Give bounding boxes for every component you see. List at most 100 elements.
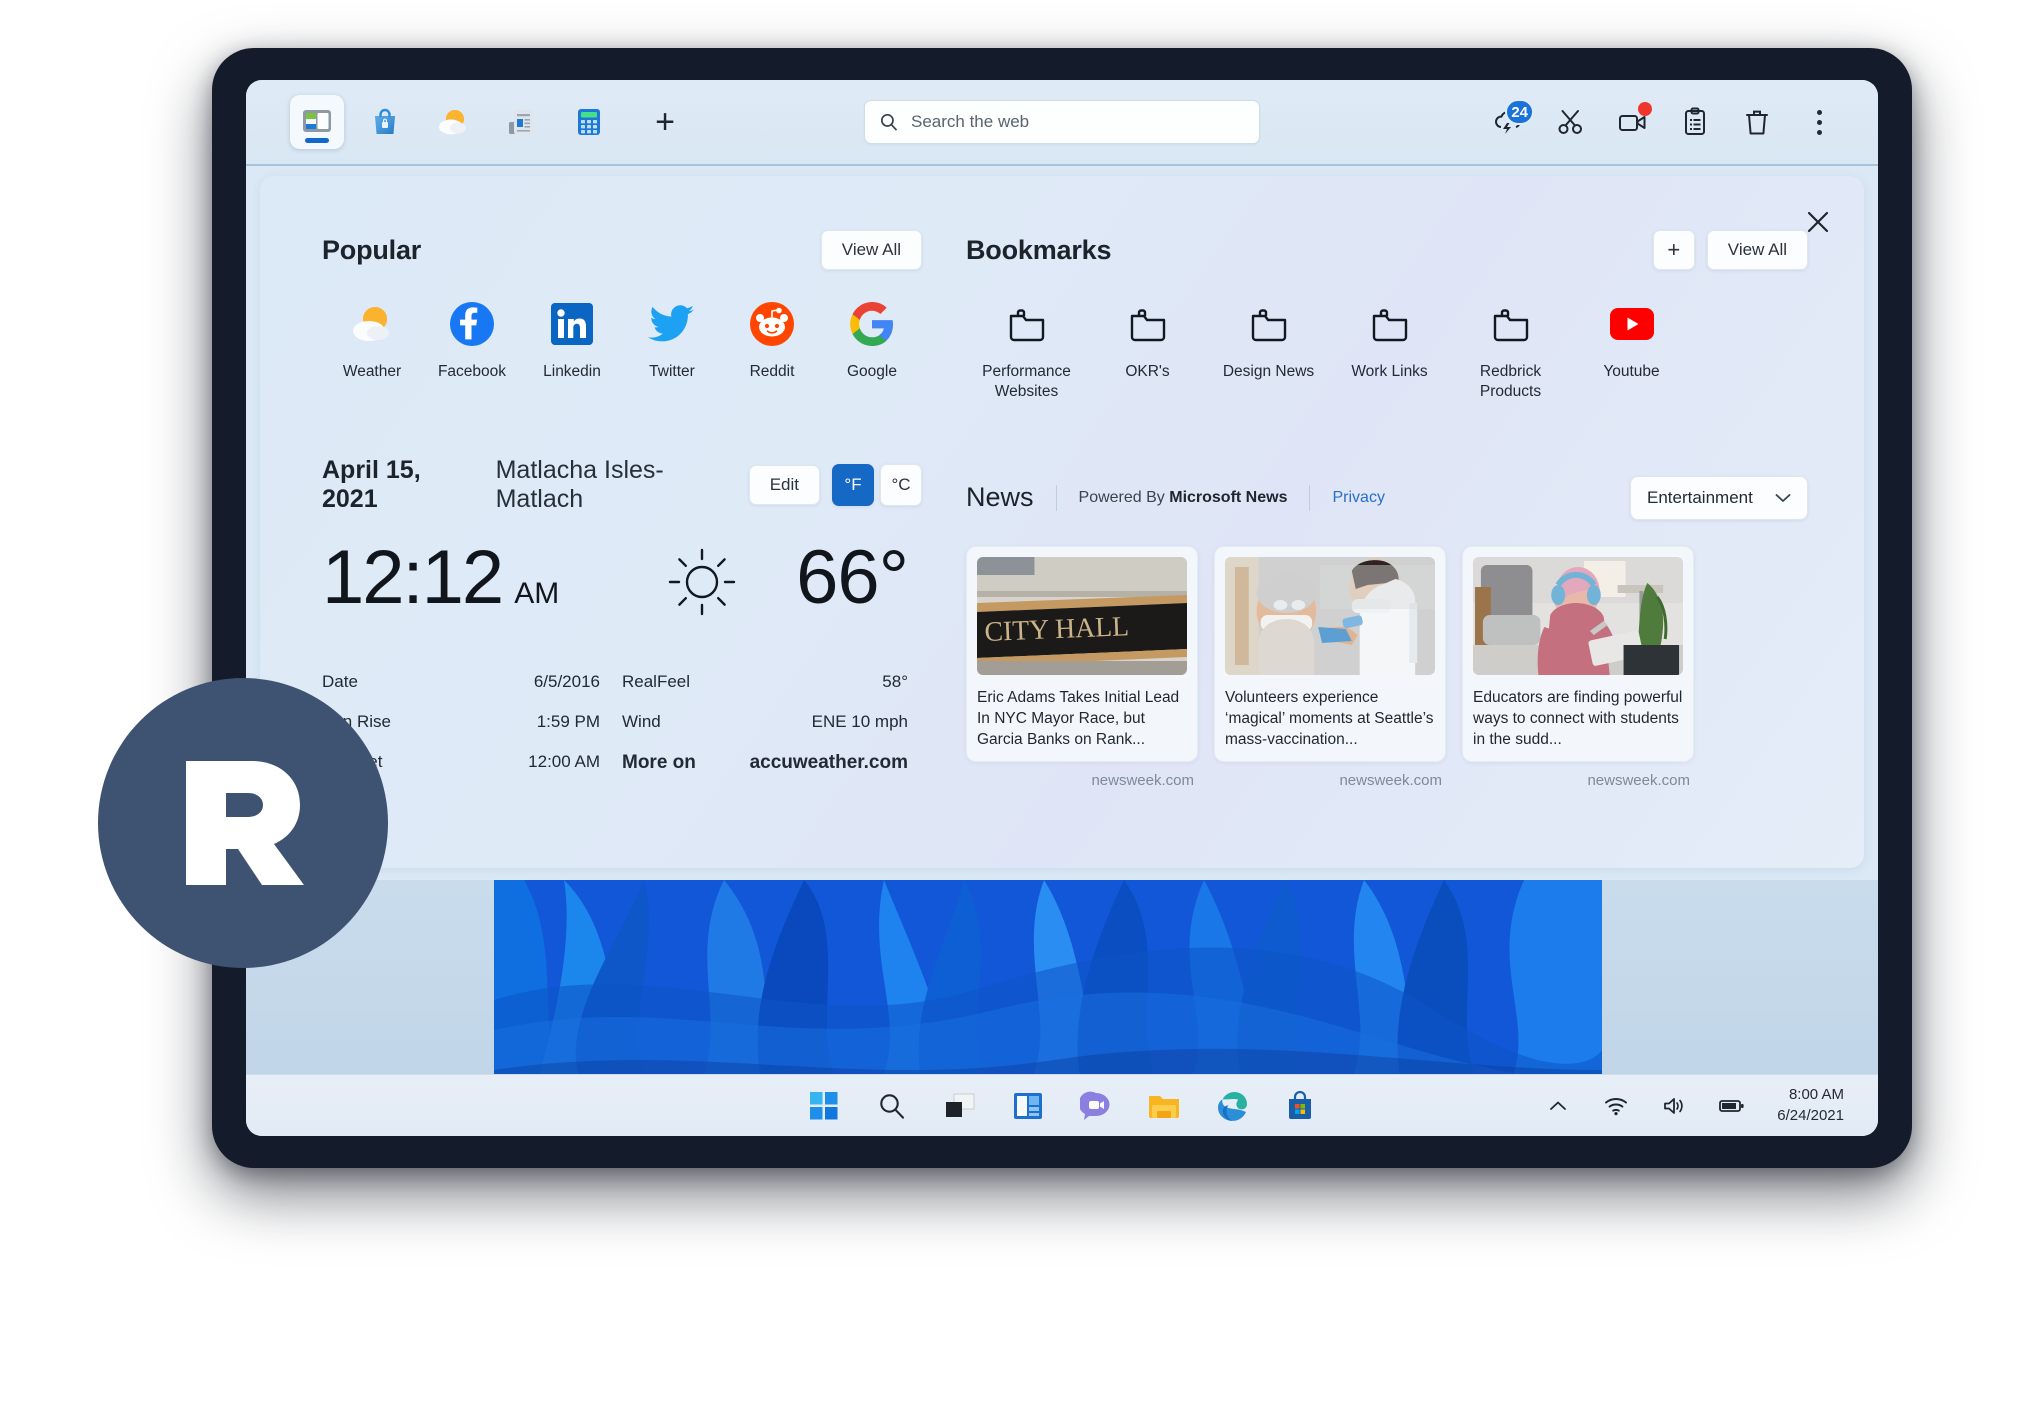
popular-tile-google[interactable]: Google [822, 298, 922, 382]
browser-toolbar: + 24 [246, 80, 1878, 166]
bookmark-tile-redbrick-products[interactable]: Redbrick Products [1450, 298, 1571, 402]
popular-tile-label: Reddit [749, 363, 795, 380]
trash-button[interactable] [1738, 103, 1776, 141]
shopping-bag-icon [369, 106, 401, 138]
bookmark-tile-okrs[interactable]: OKR's [1087, 298, 1208, 402]
popular-tile-facebook[interactable]: Facebook [422, 298, 522, 382]
widgets-icon[interactable] [1009, 1087, 1047, 1125]
folder-icon [966, 298, 1087, 350]
stat-label: RealFeel [622, 671, 691, 691]
news-card-source: newsweek.com [1091, 771, 1194, 789]
divider [1055, 484, 1057, 511]
record-video-button[interactable] [1614, 102, 1652, 141]
news-card[interactable]: Volunteers experience ‘magical’ moments … [1214, 545, 1446, 762]
clipboard-button[interactable] [1676, 103, 1714, 141]
stat-row: Sun Rise 1:59 PM [322, 712, 600, 732]
popular-tile-weather[interactable]: Weather [322, 298, 422, 382]
bookmark-tile-work-links[interactable]: Work Links [1329, 298, 1450, 402]
news-powered-prefix: Powered By [1078, 488, 1165, 506]
search-bar[interactable] [864, 100, 1260, 144]
stat-value: 58° [882, 671, 908, 691]
unit-fahrenheit-button[interactable]: °F [832, 463, 874, 506]
system-tray: 8:00 AM 6/24/2021 [1539, 1085, 1844, 1126]
sync-cloud-button[interactable]: 24 [1490, 99, 1534, 141]
bookmarks-view-all-button[interactable]: View All [1706, 230, 1808, 270]
tab-split-screen-app[interactable] [290, 95, 344, 149]
twitter-icon [622, 298, 722, 350]
accuweather-link-row[interactable]: More on accuweather.com [622, 752, 908, 774]
facebook-icon [422, 298, 522, 350]
news-card-title: Eric Adams Takes Initial Lead In NYC May… [977, 688, 1180, 749]
weather-temperature: 66° [796, 534, 909, 620]
news-privacy-link[interactable]: Privacy [1332, 489, 1384, 507]
weather-edit-button[interactable]: Edit [748, 464, 820, 505]
new-tab-button[interactable]: + [642, 99, 688, 145]
news-header: News Powered By Microsoft News Privacy E… [966, 475, 1808, 520]
trash-icon [1744, 107, 1770, 137]
news-card-list: CITY HALL Eric Adams Takes Initial Lead … [966, 545, 1808, 762]
news-title: News [966, 482, 1034, 513]
weather-header: April 15, 2021 Matlacha Isles-Matlach Ed… [322, 456, 922, 514]
more-options-button[interactable] [1800, 103, 1838, 141]
stat-value: 1:59 PM [536, 711, 600, 731]
bookmark-tile-design-news[interactable]: Design News [1208, 298, 1329, 402]
stat-label: More on [622, 751, 696, 773]
task-view-icon[interactable] [941, 1087, 979, 1125]
new-tab-panel: Popular View All Weather Facebook Linked… [260, 176, 1864, 868]
chevron-down-icon [1775, 493, 1791, 503]
windows-start-icon[interactable] [805, 1087, 843, 1125]
search-icon [879, 112, 899, 132]
stat-label: Wind [622, 711, 661, 731]
popular-tile-reddit[interactable]: Reddit [722, 298, 822, 382]
folder-icon [1329, 298, 1450, 350]
bookmarks-add-button[interactable]: + [1652, 230, 1695, 270]
wifi-icon[interactable] [1597, 1087, 1635, 1125]
popular-section-header: Popular View All [322, 228, 922, 272]
news-card-source: newsweek.com [1339, 771, 1442, 789]
bookmarks-section-header: Bookmarks + View All [966, 228, 1808, 272]
unit-celsius-button[interactable]: °C [880, 463, 922, 506]
bookmark-tile-label: Youtube [1603, 363, 1660, 380]
tab-news-reader[interactable] [494, 95, 548, 149]
windows-bloom-wallpaper [494, 880, 1602, 1094]
news-card[interactable]: CITY HALL Eric Adams Takes Initial Lead … [966, 545, 1198, 762]
tab-weather-app[interactable] [426, 95, 480, 149]
bookmark-tile-performance-websites[interactable]: Performance Websites [966, 298, 1087, 402]
bookmark-tile-youtube[interactable]: Youtube [1571, 298, 1692, 402]
news-card-title: Volunteers experience ‘magical’ moments … [1225, 688, 1434, 749]
device-screen: + 24 [246, 80, 1878, 1136]
news-card[interactable]: Educators are finding powerful ways to c… [1462, 545, 1694, 762]
folder-icon [1208, 298, 1329, 350]
tab-store-bag[interactable] [358, 95, 412, 149]
stat-label: Date [322, 671, 358, 691]
bookmark-tile-label: OKR's [1125, 363, 1170, 380]
volume-icon[interactable] [1655, 1087, 1693, 1125]
folder-icon [1087, 298, 1208, 350]
more-options-icon [1816, 109, 1822, 135]
accuweather-link[interactable]: accuweather.com [750, 752, 908, 774]
taskbar: 8:00 AM 6/24/2021 [246, 1074, 1878, 1136]
linkedin-icon [522, 298, 622, 350]
clock-time: 12:12 [322, 534, 504, 620]
popular-view-all-button[interactable]: View All [820, 230, 922, 270]
sync-badge: 24 [1505, 99, 1534, 125]
chevron-up-icon[interactable] [1539, 1087, 1577, 1125]
clock-date-area[interactable]: 8:00 AM 6/24/2021 [1777, 1085, 1844, 1126]
edge-browser-icon[interactable] [1213, 1087, 1251, 1125]
battery-icon[interactable] [1713, 1087, 1751, 1125]
news-category-select[interactable]: Entertainment [1630, 475, 1808, 520]
bookmark-tile-label: Redbrick Products [1479, 363, 1542, 400]
reddit-icon [722, 298, 822, 350]
file-explorer-icon[interactable] [1145, 1087, 1183, 1125]
bookmark-tile-label: Performance Websites [982, 363, 1071, 400]
search-input[interactable] [911, 112, 1245, 132]
popular-tile-twitter[interactable]: Twitter [622, 298, 722, 382]
news-card-source: newsweek.com [1587, 771, 1690, 789]
snip-button[interactable] [1552, 103, 1590, 141]
microsoft-store-icon[interactable] [1281, 1087, 1319, 1125]
chat-teams-icon[interactable] [1077, 1087, 1115, 1125]
search-icon[interactable] [873, 1087, 911, 1125]
scissors-snip-icon [1556, 107, 1586, 137]
tab-calculator[interactable] [562, 95, 616, 149]
popular-tile-linkedin[interactable]: Linkedin [522, 298, 622, 382]
